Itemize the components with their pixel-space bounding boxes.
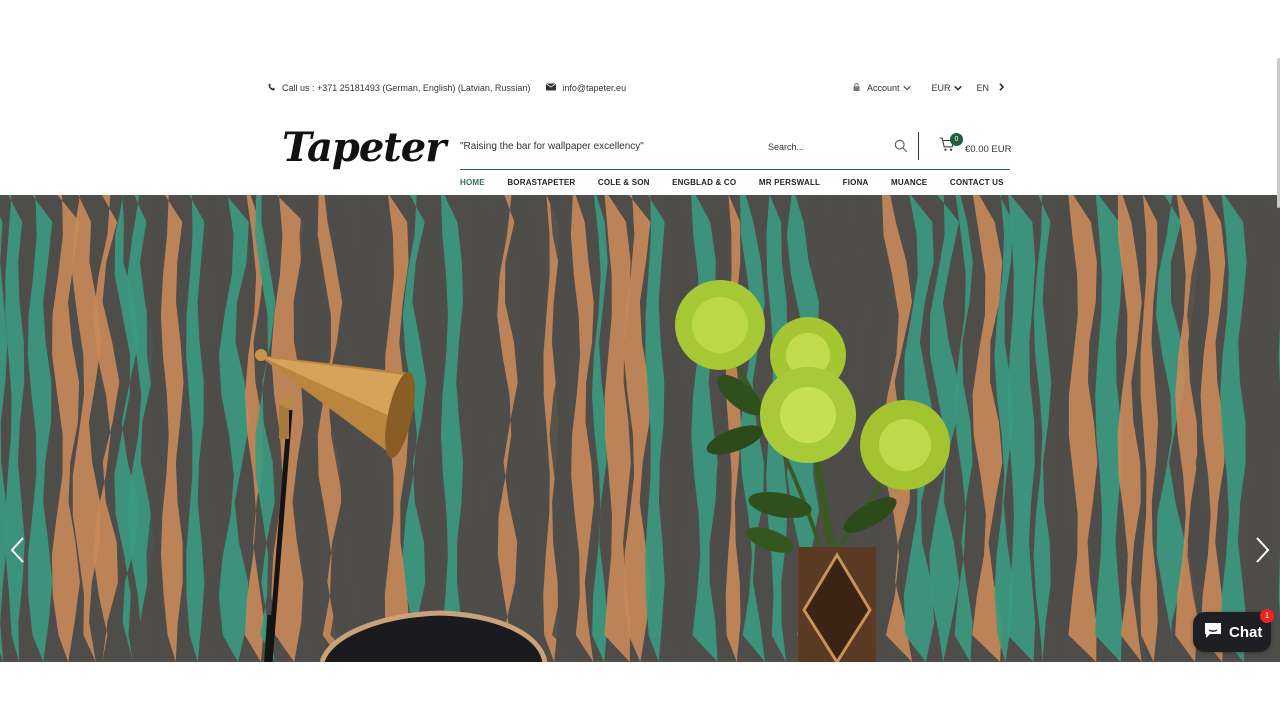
lock-icon [849, 83, 860, 93]
top-bar: Call us : +371 25181493 (German, English… [268, 80, 1005, 96]
page: Call us : +371 25181493 (German, English… [0, 0, 1280, 720]
chevron-right-icon [995, 83, 1005, 93]
slider-next-button[interactable] [1252, 535, 1272, 565]
cart-total: €0.00 EUR [965, 144, 1012, 155]
nav-item-fiona[interactable]: FIONA [843, 178, 869, 187]
envelope-icon [546, 83, 562, 93]
site-logo[interactable]: Tapeter [282, 124, 446, 176]
chevron-right-icon [1252, 537, 1272, 569]
phone-icon [268, 83, 282, 93]
contact-info: Call us : +371 25181493 (German, English… [268, 83, 642, 93]
search-icon[interactable] [894, 139, 908, 158]
header-divider [918, 132, 919, 160]
cart-count-badge: 0 [950, 133, 963, 146]
nav-item-engblad-and-co[interactable]: ENGBLAD & CO [672, 178, 736, 187]
nav-item-cole-and-son[interactable]: COLE & SON [598, 178, 650, 187]
account-menu[interactable]: Account [849, 83, 912, 93]
tagline: "Raising the bar for wallpaper excellenc… [460, 141, 644, 152]
slider-prev-button[interactable] [8, 535, 28, 565]
nav-item-contact-us[interactable]: CONTACT US [950, 178, 1004, 187]
search-bar [768, 139, 910, 154]
nav-item-mr-perswall[interactable]: MR PERSWALL [759, 178, 820, 187]
chevron-down-icon [950, 83, 963, 93]
email-text: info@tapeter.eu [562, 83, 627, 93]
main-nav: HOME BORASTAPETER COLE & SON ENGBLAD & C… [460, 178, 1026, 187]
nav-item-home[interactable]: HOME [460, 178, 485, 187]
currency-selector[interactable]: EUR [931, 83, 963, 93]
phone-contact[interactable]: Call us : +371 25181493 (German, English… [268, 83, 530, 93]
chat-button[interactable]: Chat 1 [1193, 609, 1274, 652]
account-label: Account [866, 83, 900, 93]
phone-text: Call us : +371 25181493 (German, English… [282, 83, 531, 93]
logo-text: Tapeter [282, 124, 446, 171]
search-input[interactable] [768, 140, 884, 154]
top-bar-controls: Account EUR EN [829, 83, 1005, 93]
cart-button[interactable]: 0 €0.00 EUR [939, 133, 1014, 157]
language-selector[interactable]: EN [976, 83, 1005, 93]
hero-image [0, 195, 1280, 662]
chat-notification-badge: 1 [1260, 609, 1274, 623]
chat-label: Chat [1229, 623, 1263, 641]
hero-slider [0, 195, 1280, 662]
chevron-down-icon [899, 83, 912, 93]
chat-bubble-icon [1203, 621, 1223, 644]
language-label: EN [976, 83, 989, 93]
email-contact[interactable]: info@tapeter.eu [546, 83, 626, 93]
chevron-left-icon [8, 537, 28, 569]
nav-item-muance[interactable]: MUANCE [891, 178, 927, 187]
currency-label: EUR [931, 83, 951, 93]
nav-divider [460, 169, 1010, 170]
nav-item-borastapeter[interactable]: BORASTAPETER [507, 178, 575, 187]
